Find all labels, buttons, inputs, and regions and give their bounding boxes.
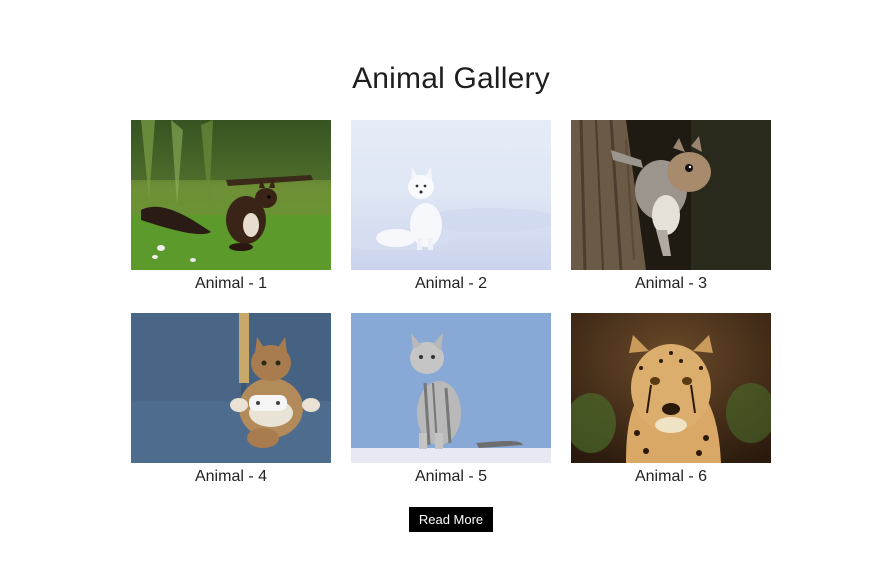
- gallery-caption-1: Animal - 1: [194, 275, 268, 292]
- gallery-card-5: Animal - 5: [351, 313, 551, 506]
- gallery-image-3[interactable]: [571, 120, 771, 270]
- gallery-caption-2: Animal - 2: [414, 275, 488, 292]
- read-more-button[interactable]: Read More: [409, 507, 493, 532]
- gallery-caption-5: Animal - 5: [414, 468, 488, 485]
- gallery-image-5[interactable]: [351, 313, 551, 463]
- gallery-image-1[interactable]: [131, 120, 331, 270]
- gallery-caption-4: Animal - 4: [194, 468, 268, 485]
- gallery-card-2: Animal - 2: [351, 120, 551, 313]
- gallery-card-3: Animal - 3: [571, 120, 771, 313]
- gallery-card-6: Animal - 6: [571, 313, 771, 506]
- gallery-image-6[interactable]: [571, 313, 771, 463]
- page-title: Animal Gallery: [352, 62, 550, 95]
- gallery-image-2[interactable]: [351, 120, 551, 270]
- gallery-caption-6: Animal - 6: [634, 468, 708, 485]
- gallery-card-4: Animal - 4: [131, 313, 331, 506]
- animal-gallery-grid: Animal - 1 Animal - 2 Animal - 3 Animal …: [131, 120, 771, 506]
- gallery-image-4[interactable]: [131, 313, 331, 463]
- gallery-caption-3: Animal - 3: [634, 275, 708, 292]
- gallery-card-1: Animal - 1: [131, 120, 331, 313]
